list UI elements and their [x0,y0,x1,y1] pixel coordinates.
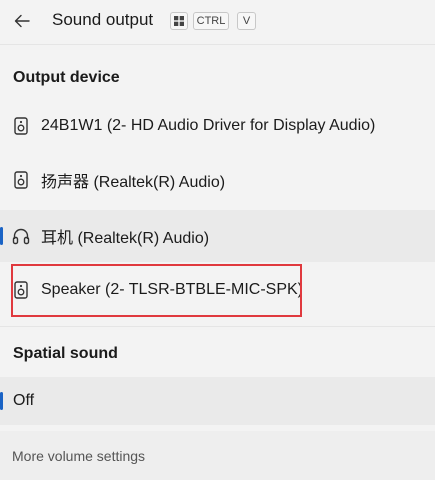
device-item-realtek-speaker[interactable]: 扬声器 (Realtek(R) Audio) [0,154,435,206]
spatial-sound-value: Off [13,392,35,409]
footer: More volume settings [0,431,435,480]
speaker-icon [12,280,30,300]
selection-indicator [0,392,3,410]
windows-key-icon [170,12,188,30]
headphones-icon [12,226,30,246]
divider [0,44,435,45]
page-title: Sound output [52,10,154,29]
device-item-tlsr-speaker[interactable]: Speaker (2- TLSR-BTBLE-MIC-SPK) [0,264,435,316]
output-device-heading: Output device [13,69,120,86]
more-volume-settings-link[interactable]: More volume settings [12,448,145,464]
device-item-24b1w1[interactable]: 24B1W1 (2- HD Audio Driver for Display A… [0,100,435,152]
device-label: 耳机 (Realtek(R) Audio) [41,230,210,247]
device-item-realtek-headphones[interactable]: 耳机 (Realtek(R) Audio) [0,210,435,262]
back-arrow-icon [14,14,30,28]
v-key-badge: V [237,12,256,30]
device-label: 扬声器 (Realtek(R) Audio) [41,174,226,191]
back-button[interactable] [8,7,36,35]
ctrl-key-badge: CTRL [193,12,229,30]
speaker-icon [12,116,30,136]
spatial-sound-heading: Spatial sound [13,345,118,362]
selection-indicator [0,227,3,245]
speaker-icon [12,170,30,190]
header: Sound output CTRL V [0,0,435,42]
sound-output-panel: Sound output CTRL V Output device 24B1W1… [0,0,435,480]
spatial-sound-off-option[interactable]: Off [0,377,435,425]
device-label: Speaker (2- TLSR-BTBLE-MIC-SPK) [41,281,303,298]
device-label: 24B1W1 (2- HD Audio Driver for Display A… [41,117,376,134]
divider [0,326,435,327]
